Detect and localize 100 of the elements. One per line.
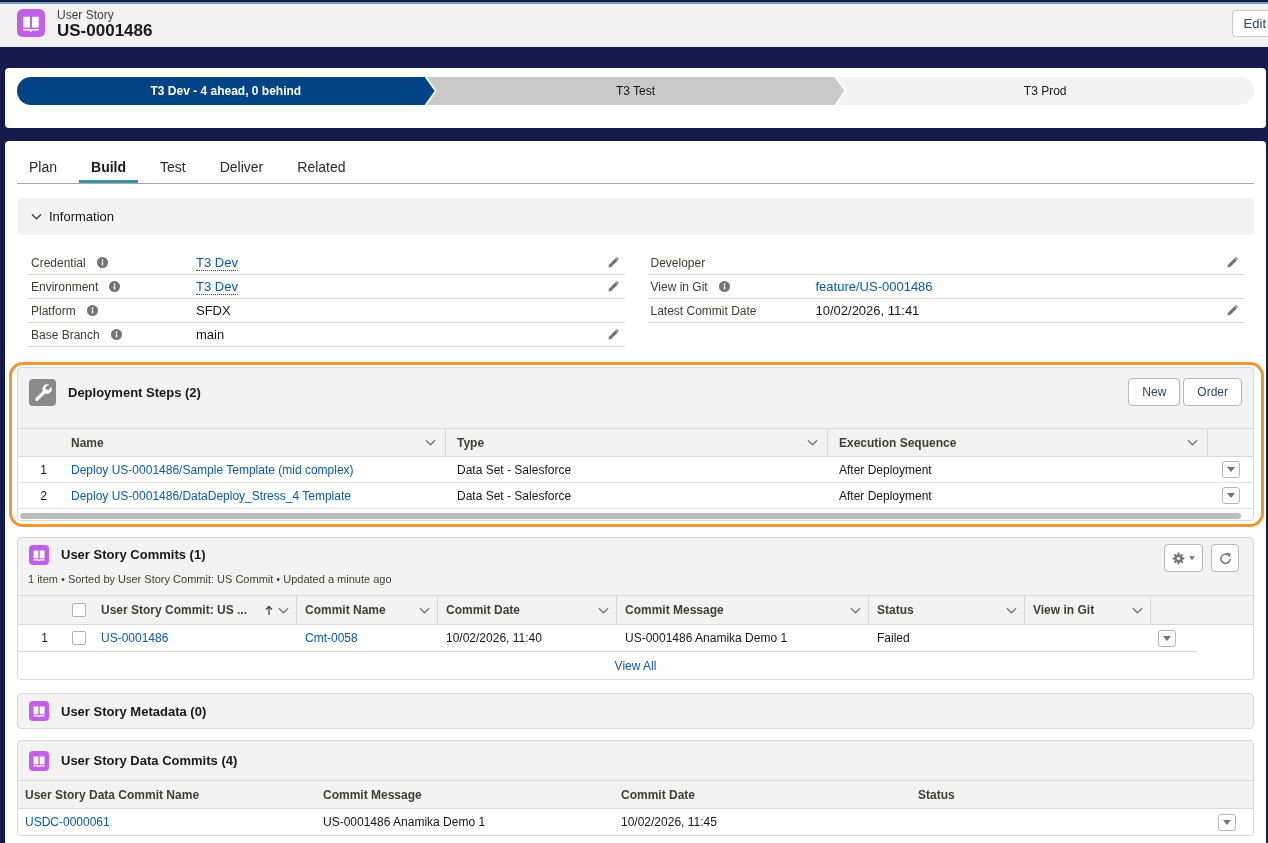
column-header[interactable]: View in Git xyxy=(1033,603,1095,617)
info-icon[interactable] xyxy=(109,281,121,292)
column-header[interactable]: Name xyxy=(71,435,104,450)
field-label: Base Branch xyxy=(31,327,100,342)
column-header[interactable]: Commit Message xyxy=(323,787,422,802)
tab[interactable]: Deliver xyxy=(207,150,276,183)
chevron-down-icon[interactable] xyxy=(1187,439,1198,446)
column-header[interactable]: Status xyxy=(918,787,955,802)
record-link[interactable]: Deploy US-0001486/DataDeploy_Stress_4 Template xyxy=(71,488,351,503)
path-stage[interactable]: T3 Test xyxy=(426,77,845,105)
record-link[interactable]: USDC-0000061 xyxy=(25,815,110,829)
caret-icon xyxy=(1226,493,1235,498)
chevron-down-icon[interactable] xyxy=(850,606,861,614)
book-icon xyxy=(17,9,45,37)
row-actions-button[interactable] xyxy=(1217,813,1236,831)
pencil-icon[interactable] xyxy=(607,257,619,268)
wrench-icon xyxy=(29,378,56,406)
horizontal-scrollbar[interactable] xyxy=(20,513,1241,519)
table-cell: After Deployment xyxy=(839,462,932,477)
refresh-button[interactable] xyxy=(1211,544,1239,572)
column-header[interactable]: Commit Message xyxy=(625,603,724,617)
column-header[interactable]: Commit Date xyxy=(621,787,695,802)
pencil-icon[interactable] xyxy=(1227,305,1238,316)
git-link[interactable]: feature/US-0001486 xyxy=(815,279,933,294)
view-all-link[interactable]: View All xyxy=(614,658,657,673)
field-label: Environment xyxy=(31,279,99,294)
caret-icon xyxy=(1222,819,1231,825)
field-label: View in Git xyxy=(650,279,708,294)
chevron-down-icon[interactable] xyxy=(807,439,818,446)
column-header[interactable]: User Story Commit: US ... xyxy=(101,603,248,617)
field-value: 10/02/2026, 11:41 xyxy=(815,303,920,318)
info-icon[interactable] xyxy=(718,281,730,292)
row-number: 2 xyxy=(40,488,47,503)
info-icon[interactable] xyxy=(96,257,108,268)
info-icon[interactable] xyxy=(86,305,98,316)
caret-icon xyxy=(1189,556,1195,560)
caret-icon xyxy=(1226,467,1235,472)
action-button[interactable]: New xyxy=(1128,378,1181,406)
chevron-down-icon[interactable] xyxy=(598,606,609,614)
section-title: Deployment Steps (2) xyxy=(68,384,201,400)
book-icon xyxy=(29,750,49,771)
field-value: SFDX xyxy=(196,303,231,318)
record-link[interactable]: T3 Dev xyxy=(196,255,238,271)
chevron-down-icon[interactable] xyxy=(1006,606,1017,614)
checkbox[interactable] xyxy=(71,631,86,645)
record-link[interactable]: US-0001486 xyxy=(101,631,169,645)
refresh-icon xyxy=(1218,551,1232,565)
section-title: User Story Data Commits (4) xyxy=(61,753,238,768)
record-title: US-0001486 xyxy=(57,22,153,40)
list-summary: 1 item • Sorted by User Story Commit: US Commit • Updated a minute ago xyxy=(28,572,393,586)
field-label: Latest Commit Date xyxy=(650,303,757,318)
object-type-label: User Story xyxy=(57,9,115,22)
chevron-down-icon[interactable] xyxy=(1132,606,1143,614)
pencil-icon[interactable] xyxy=(1227,257,1238,268)
book-icon xyxy=(29,545,49,565)
row-actions-button[interactable] xyxy=(1221,487,1240,504)
column-header[interactable]: Commit Name xyxy=(305,603,386,617)
chevron-down-icon[interactable] xyxy=(419,606,430,614)
select-all-checkbox[interactable] xyxy=(71,603,86,617)
row-actions-button[interactable] xyxy=(1221,461,1240,478)
table-cell: Data Set - Salesforce xyxy=(457,488,572,503)
path-stage[interactable]: T3 Dev - 4 ahead, 0 behind xyxy=(17,77,435,105)
chevron-down-icon[interactable] xyxy=(278,606,289,614)
column-header[interactable]: Execution Sequence xyxy=(839,435,957,450)
table-cell: 10/02/2026, 11:40 xyxy=(446,631,542,645)
table-cell: After Deployment xyxy=(839,488,932,503)
tab[interactable]: Related xyxy=(285,150,358,183)
table-cell: Data Set - Salesforce xyxy=(457,462,572,477)
record-link[interactable]: T3 Dev xyxy=(196,279,238,295)
gear-icon xyxy=(1172,551,1185,565)
field-label: Platform xyxy=(31,303,76,318)
pencil-icon[interactable] xyxy=(607,329,619,340)
section-title: User Story Commits (1) xyxy=(61,546,206,564)
tab[interactable]: Test xyxy=(148,150,198,183)
table-cell: 10/02/2026, 11:45 xyxy=(621,815,717,829)
column-header[interactable]: User Story Data Commit Name xyxy=(25,787,200,802)
info-icon[interactable] xyxy=(110,329,122,340)
tab[interactable]: Build xyxy=(79,150,139,183)
column-header[interactable]: Status xyxy=(877,603,914,617)
row-number: 1 xyxy=(41,631,48,645)
action-button[interactable]: Order xyxy=(1183,378,1242,406)
record-link[interactable]: Cmt-0058 xyxy=(305,631,358,645)
column-header[interactable]: Commit Date xyxy=(446,603,520,617)
caret-icon xyxy=(1163,635,1171,641)
field-label: Developer xyxy=(650,255,706,270)
tab[interactable]: Plan xyxy=(17,150,70,183)
row-actions-button[interactable] xyxy=(1158,629,1176,647)
table-cell: US-0001486 Anamika Demo 1 xyxy=(625,631,788,645)
section-title: User Story Metadata (0) xyxy=(61,703,207,719)
chevron-down-icon[interactable] xyxy=(425,439,436,446)
table-cell: Failed xyxy=(877,631,910,645)
pencil-icon[interactable] xyxy=(607,281,619,292)
column-header[interactable]: Type xyxy=(457,435,485,450)
section-toggle[interactable]: Information xyxy=(31,209,115,224)
record-link[interactable]: Deploy US-0001486/Sample Template (mid complex) xyxy=(71,462,354,477)
settings-button[interactable] xyxy=(1164,544,1203,572)
arrow-up-icon[interactable] xyxy=(265,605,273,615)
path-stage[interactable]: T3 Prod xyxy=(836,77,1254,105)
row-number: 1 xyxy=(40,462,47,477)
edit-button[interactable]: Edit xyxy=(1231,10,1268,37)
